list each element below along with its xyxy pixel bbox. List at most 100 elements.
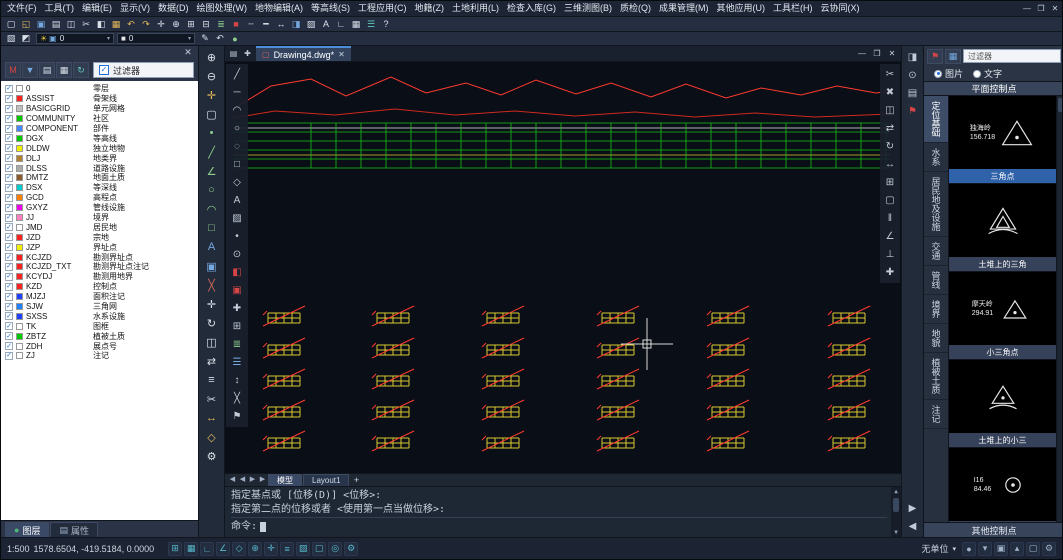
layer-row-ZJ[interactable]: ✓ZJ注记 xyxy=(1,351,198,361)
table-tool-icon[interactable]: ≣ xyxy=(228,336,246,353)
fillet-mod-icon[interactable]: ∠ xyxy=(881,228,899,245)
scrollbar-thumb[interactable] xyxy=(1058,98,1063,112)
layer-color-swatch[interactable] xyxy=(16,313,23,320)
layer-visible-checkbox[interactable]: ✓ xyxy=(5,144,13,152)
menu-item-5[interactable]: 数据(D) xyxy=(154,1,193,16)
layer-isolate-icon[interactable]: ◩ xyxy=(19,32,33,45)
category-植被土质[interactable]: 植被土质 xyxy=(924,353,948,400)
layer-color-swatch[interactable] xyxy=(16,254,23,261)
layer-walk-icon[interactable]: ● xyxy=(228,32,242,45)
spline-tool-icon[interactable]: ↕ xyxy=(228,372,246,389)
note-icon[interactable]: ▤ xyxy=(904,85,922,101)
draw-rect-icon[interactable]: □ xyxy=(202,219,222,237)
menu-item-9[interactable]: 工程应用(C) xyxy=(354,1,411,16)
user-icon[interactable]: ● xyxy=(962,542,976,556)
point-plus-icon[interactable]: ✚ xyxy=(228,300,246,317)
category-地貌[interactable]: 地貌 xyxy=(924,324,948,353)
tab-new-icon[interactable]: ✚ xyxy=(241,47,254,60)
line-tool-icon[interactable]: ╱ xyxy=(228,66,246,83)
layer-color-swatch[interactable] xyxy=(16,214,23,221)
layer-color-swatch[interactable] xyxy=(16,303,23,310)
offset-mod-icon[interactable]: ‖ xyxy=(881,210,899,227)
menu-item-2[interactable]: 工具(T) xyxy=(41,1,79,16)
layer-row-SJW[interactable]: ✓SJW三角网 xyxy=(1,302,198,312)
layer-visible-checkbox[interactable]: ✓ xyxy=(5,303,13,311)
category-管线[interactable]: 管线 xyxy=(924,266,948,295)
layer-color-swatch[interactable] xyxy=(16,174,23,181)
chamfer-mod-icon[interactable]: ⊥ xyxy=(881,246,899,263)
polygon-tool-icon[interactable]: ◇ xyxy=(228,174,246,191)
measure-distance-icon[interactable]: ↔ xyxy=(202,409,222,427)
open-file-icon[interactable]: ◱ xyxy=(19,18,33,31)
menu-item-13[interactable]: 三维测图(B) xyxy=(560,1,616,16)
doc-close-icon[interactable]: ✕ xyxy=(885,47,899,60)
layer-color-swatch[interactable] xyxy=(16,105,23,112)
layer-visible-checkbox[interactable]: ✓ xyxy=(5,293,13,301)
stretch-mod-icon[interactable]: ↔ xyxy=(881,156,899,173)
layer-row-TK[interactable]: ✓TK图框 xyxy=(1,321,198,331)
layer-color-swatch[interactable] xyxy=(16,234,23,241)
symbol-card-caption[interactable]: 三角点 xyxy=(949,169,1056,183)
layer-manager-icon[interactable]: ≣ xyxy=(214,18,228,31)
radio-文字[interactable]: 文字 xyxy=(973,67,1002,80)
lineweight-toggle-icon[interactable]: ≡ xyxy=(280,542,294,556)
layer-row-KCYDJ[interactable]: ✓KCYDJ勘测用地界 xyxy=(1,272,198,282)
circle-tool-icon[interactable]: ○ xyxy=(228,120,246,137)
window-restore-icon[interactable]: ❒ xyxy=(1034,2,1048,15)
layer-row-GCD[interactable]: ✓GCD高程点 xyxy=(1,193,198,203)
layer-visible-checkbox[interactable]: ✓ xyxy=(5,243,13,251)
help-icon[interactable]: ? xyxy=(379,18,393,31)
symbol-panel-scrollbar[interactable] xyxy=(1056,96,1063,522)
layer-lock-icon[interactable]: ▣ xyxy=(49,34,57,43)
trim-icon[interactable]: ✂ xyxy=(202,390,222,408)
user-caret-icon[interactable]: ▾ xyxy=(978,542,992,556)
layer-row-DSX[interactable]: ✓DSX等深线 xyxy=(1,183,198,193)
layer-row-DGX[interactable]: ✓DGX等高线 xyxy=(1,133,198,143)
otrack-icon[interactable]: ⊕ xyxy=(248,542,262,556)
refresh-icon[interactable]: ↻ xyxy=(73,62,89,78)
color-swatch-icon[interactable]: ■ xyxy=(121,34,126,43)
layer-color-swatch[interactable] xyxy=(16,194,23,201)
other-control-points-section[interactable]: 其他控制点 xyxy=(924,522,1063,537)
add-layout-button[interactable]: + xyxy=(350,474,362,486)
symbol-card-4[interactable]: 土堆上的小三 xyxy=(949,360,1056,448)
new-file-icon[interactable]: ▢ xyxy=(4,18,18,31)
zoom-out-icon[interactable]: ⊖ xyxy=(202,67,222,85)
layer-row-JZD[interactable]: ✓JZD宗地 xyxy=(1,232,198,242)
layer-visible-checkbox[interactable]: ✓ xyxy=(5,332,13,340)
offset-icon[interactable]: ≡ xyxy=(202,371,222,389)
array-mod-icon[interactable]: ⊞ xyxy=(881,174,899,191)
region-tool-icon[interactable]: ⊞ xyxy=(228,318,246,335)
layer-visible-checkbox[interactable]: ✓ xyxy=(5,184,13,192)
copy-tool-icon[interactable]: ◫ xyxy=(202,333,222,351)
layer-row-GXYZ[interactable]: ✓GXYZ管线设施 xyxy=(1,203,198,213)
layer-list-icon[interactable]: ▤ xyxy=(39,62,55,78)
workspace-icon[interactable]: ⚙ xyxy=(344,542,358,556)
move-icon[interactable]: ✛ xyxy=(202,295,222,313)
annotation-scale-icon[interactable]: ◎ xyxy=(328,542,342,556)
layer-states-icon[interactable]: ▧ xyxy=(4,32,18,45)
model-first-icon[interactable]: ◀ xyxy=(228,474,237,486)
color-combo[interactable]: ■ 0 ▾ xyxy=(117,33,195,44)
table-icon[interactable]: ▦ xyxy=(349,18,363,31)
layer-row-DMTZ[interactable]: ✓DMTZ地面土质 xyxy=(1,173,198,183)
layer-visible-checkbox[interactable]: ✓ xyxy=(5,223,13,231)
layer-color-swatch[interactable] xyxy=(16,283,23,290)
panel-tab-属性[interactable]: ▤属性 xyxy=(50,522,98,537)
explode-mod-icon[interactable]: ✚ xyxy=(881,264,899,281)
layout-tab-模型[interactable]: 模型 xyxy=(268,474,302,486)
layer-color-swatch[interactable] xyxy=(16,333,23,340)
delete-tool-icon[interactable]: ✖ xyxy=(881,84,899,101)
layer-filter-box[interactable]: ✓ 过滤器 xyxy=(93,62,194,78)
layer-filter-icon[interactable]: ▼ xyxy=(22,62,38,78)
pan-tool-icon[interactable]: ✛ xyxy=(202,86,222,104)
symbol-card-3[interactable]: 摩天岭294.91小三角点 xyxy=(949,272,1056,360)
copy-icon[interactable]: ◧ xyxy=(94,18,108,31)
expand-panel-icon[interactable]: ◀ xyxy=(904,518,922,534)
layer-visible-checkbox[interactable]: ✓ xyxy=(5,154,13,162)
zoom-previous-icon[interactable]: ⊟ xyxy=(199,18,213,31)
category-定位基础[interactable]: 定位基础 xyxy=(924,96,948,143)
donut-tool-icon[interactable]: ⊙ xyxy=(228,246,246,263)
close-icon[interactable]: ✕ xyxy=(182,47,194,58)
model-last-icon[interactable]: ▶ xyxy=(258,474,267,486)
